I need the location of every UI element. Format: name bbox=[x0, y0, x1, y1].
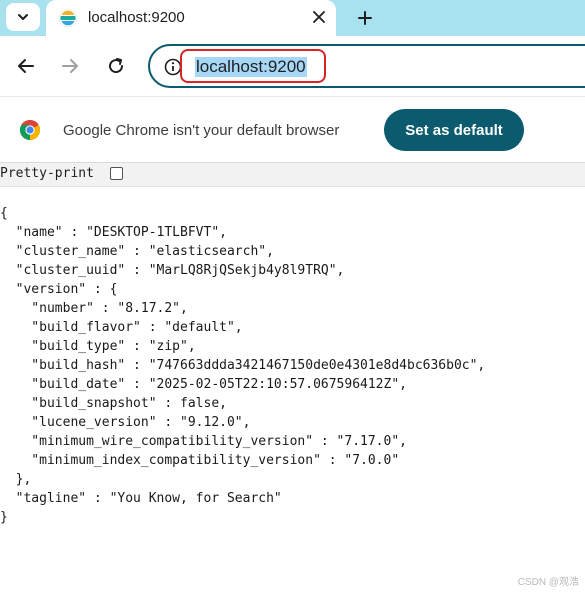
json-line: "cluster_uuid" : "MarLQ8RjQSekjb4y8l9TRQ… bbox=[0, 263, 345, 278]
back-arrow-icon bbox=[18, 59, 34, 73]
plus-icon bbox=[358, 11, 372, 25]
json-line: "version" : { bbox=[0, 282, 118, 297]
chevron-down-icon bbox=[18, 14, 28, 20]
close-icon bbox=[313, 11, 325, 23]
browser-toolbar: localhost:9200 bbox=[0, 36, 585, 96]
json-line: "build_date" : "2025-02-05T22:10:57.0675… bbox=[0, 377, 407, 392]
pretty-print-label: Pretty-print bbox=[0, 166, 94, 181]
page-content: Pretty-print { "name" : "DESKTOP-1TLBFVT… bbox=[0, 162, 585, 592]
pretty-print-bar: Pretty-print bbox=[0, 163, 585, 187]
reload-icon bbox=[109, 58, 124, 74]
json-line: } bbox=[0, 510, 8, 525]
back-button[interactable] bbox=[14, 54, 38, 78]
json-line: "build_snapshot" : false, bbox=[0, 396, 227, 411]
json-line: "build_hash" : "747663ddda3421467150de0e… bbox=[0, 358, 486, 373]
address-bar[interactable]: localhost:9200 bbox=[148, 44, 585, 88]
tab-title: localhost:9200 bbox=[88, 9, 185, 26]
json-line: "lucene_version" : "9.12.0", bbox=[0, 415, 251, 430]
pretty-print-checkbox[interactable] bbox=[110, 167, 123, 180]
json-line: { bbox=[0, 206, 8, 221]
set-as-default-button[interactable]: Set as default bbox=[384, 109, 524, 151]
json-line: "number" : "8.17.2", bbox=[0, 301, 188, 316]
url-text[interactable]: localhost:9200 bbox=[195, 57, 307, 77]
forward-arrow-icon bbox=[62, 59, 78, 73]
url-highlight-box: localhost:9200 bbox=[180, 49, 326, 83]
new-tab-button[interactable] bbox=[352, 5, 378, 31]
forward-button[interactable] bbox=[58, 54, 82, 78]
json-line: "cluster_name" : "elasticsearch", bbox=[0, 244, 274, 259]
watermark: CSDN @观浩 bbox=[517, 577, 579, 588]
json-line: "build_flavor" : "default", bbox=[0, 320, 243, 335]
tab-localhost[interactable]: localhost:9200 bbox=[46, 0, 336, 36]
json-line: "build_type" : "zip", bbox=[0, 339, 196, 354]
reload-button[interactable] bbox=[104, 54, 128, 78]
json-line: "tagline" : "You Know, for Search" bbox=[0, 491, 282, 506]
tab-close-button[interactable] bbox=[308, 6, 330, 28]
tab-search-button[interactable] bbox=[6, 3, 40, 31]
default-browser-infobar: Google Chrome isn't your default browser… bbox=[0, 96, 585, 162]
chrome-logo-icon bbox=[20, 120, 40, 140]
elastic-favicon-icon bbox=[58, 8, 78, 28]
json-response: { "name" : "DESKTOP-1TLBFVT", "cluster_n… bbox=[0, 204, 485, 527]
tab-strip: localhost:9200 bbox=[0, 0, 585, 36]
infobar-message: Google Chrome isn't your default browser bbox=[63, 122, 340, 139]
json-line: "minimum_index_compatibility_version" : … bbox=[0, 453, 400, 468]
json-line: "minimum_wire_compatibility_version" : "… bbox=[0, 434, 407, 449]
json-line: "name" : "DESKTOP-1TLBFVT", bbox=[0, 225, 227, 240]
json-line: }, bbox=[0, 472, 32, 487]
